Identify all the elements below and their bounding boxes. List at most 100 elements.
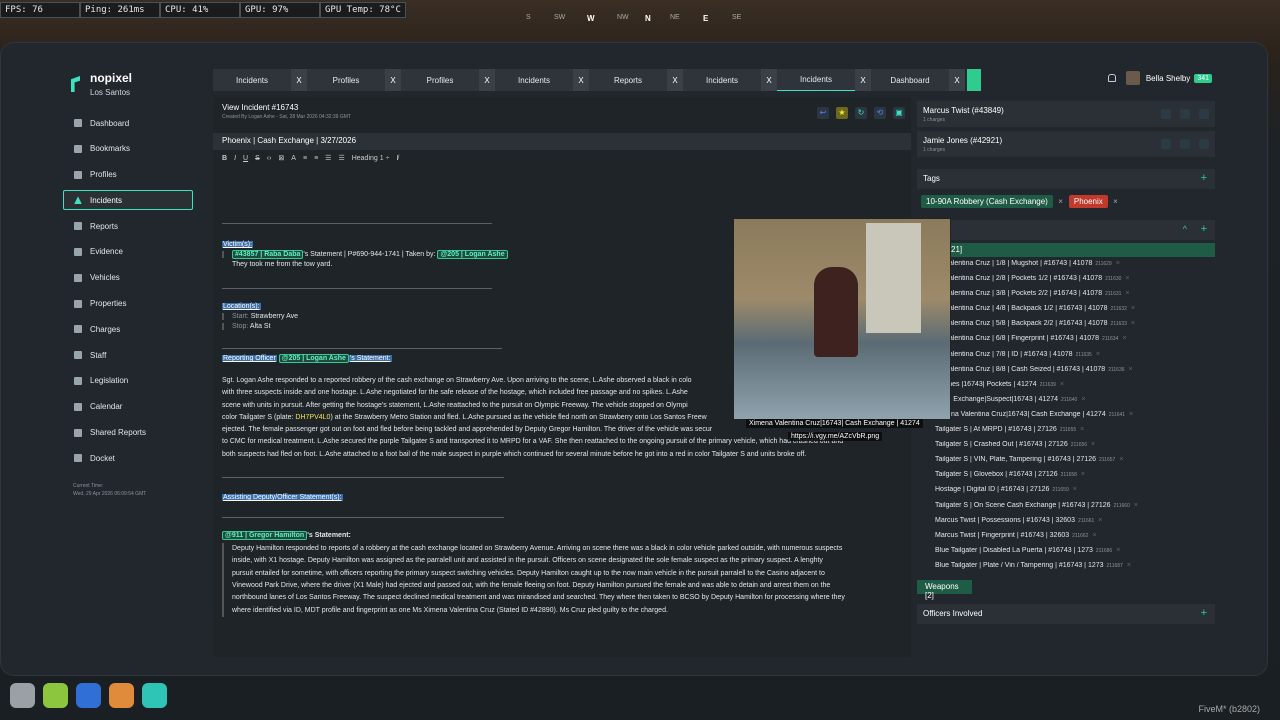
document-icon[interactable] [1199,109,1209,119]
evidence-item[interactable]: Cash Exchange|Suspect|16743 | 41274 21164… [917,396,1215,411]
color-icon[interactable]: A [291,155,296,162]
remove-evidence-icon[interactable]: × [1116,547,1120,554]
nav-staff[interactable]: Staff [63,345,193,365]
remove-evidence-icon[interactable]: × [1081,396,1085,403]
history-icon[interactable]: ⟲ [874,107,886,119]
remove-evidence-icon[interactable]: × [1091,441,1095,448]
reporting-officer-mention[interactable]: @205 | Logan Ashe [278,354,349,363]
tab-reports[interactable]: Reports [589,69,667,91]
deputy-mention[interactable]: @911 | Gregor Hamilton [222,531,308,541]
tab-close-button[interactable]: X [667,69,683,91]
evidence-item[interactable]: na Valentina Cruz | 6/8 | Fingerprint | … [917,335,1215,350]
evidence-item[interactable]: Marcus Twist | Possessions | #16743 | 32… [917,517,1215,532]
tab-close-button[interactable]: X [479,69,495,91]
tab-close-button[interactable]: X [573,69,589,91]
nav-docket[interactable]: Docket [63,448,193,468]
tab-dashboard[interactable]: Dashboard [871,69,949,91]
tab-incidents-active[interactable]: Incidents [777,69,855,91]
align-center-icon[interactable]: ≡ [314,155,318,162]
nav-shared-reports[interactable]: Shared Reports [63,423,193,443]
nav-evidence[interactable]: Evidence [63,242,193,262]
lock-icon[interactable] [10,683,35,708]
evidence-item[interactable]: na Valentina Cruz | 2/8 | Pockets 1/2 | … [917,275,1215,290]
location-icon[interactable] [1180,139,1190,149]
evidence-item[interactable]: na Valentina Cruz | 3/8 | Pockets 2/2 | … [917,290,1215,305]
add-evidence-button[interactable]: + [1201,224,1207,235]
evidence-item[interactable]: Tailgater S | Crashed Out | #16743 | 271… [917,441,1215,456]
victim-mention[interactable]: #43857 | Raba Daba [232,250,304,259]
remove-evidence-icon[interactable]: × [1060,381,1064,388]
evidence-item[interactable]: Blue Tailgater | Disabled La Puerta | #1… [917,547,1215,562]
remove-evidence-icon[interactable]: × [1127,562,1131,569]
evidence-item[interactable]: e Jones |16743| Pockets | 41274 211639 × [917,381,1215,396]
nav-properties[interactable]: Properties [63,294,193,314]
underline-button[interactable]: U [243,155,248,162]
nav-vehicles[interactable]: Vehicles [63,268,193,288]
refresh-icon[interactable]: ↻ [855,107,867,119]
tab-profiles-1[interactable]: Profiles [307,69,385,91]
tab-close-button[interactable]: X [949,69,965,91]
evidence-item[interactable]: na Valentina Cruz | 5/8 | Backpack 2/2 |… [917,320,1215,335]
tab-close-button[interactable]: X [855,69,871,91]
remove-evidence-icon[interactable]: × [1129,366,1133,373]
nav-charges[interactable]: Charges [63,319,193,339]
location-icon[interactable] [1180,109,1190,119]
tab-close-button[interactable]: X [291,69,307,91]
undo-icon[interactable]: ↩ [817,107,829,119]
gem-icon[interactable] [142,683,167,708]
nav-reports[interactable]: Reports [63,216,193,236]
tab-close-button[interactable]: X [385,69,401,91]
remove-evidence-icon[interactable]: × [1092,532,1096,539]
taker-mention[interactable]: @205 | Logan Ashe [437,250,508,259]
weapons-section[interactable]: Weapons [2] [917,579,972,600]
align-left-icon[interactable]: ≡ [303,155,307,162]
evidence-item[interactable]: Tailgater S | At MRPD | #16743 | 27126 21… [917,426,1215,441]
remove-tag-icon[interactable]: × [1058,197,1063,206]
nav-dashboard[interactable]: Dashboard [63,113,193,133]
nav-incidents[interactable]: Incidents [63,190,193,211]
evidence-item[interactable]: na Valentina Cruz | 4/8 | Backpack 1/2 |… [917,305,1215,320]
strike-button[interactable]: S [255,155,260,162]
evidence-item[interactable]: Hostage | Digital ID | #16743 | 27126 211… [917,486,1215,501]
briefcase-icon[interactable] [109,683,134,708]
italic-button[interactable]: I [234,155,236,162]
tab-close-button[interactable]: X [761,69,777,91]
add-tag-button[interactable]: + [1201,173,1207,184]
remove-evidence-icon[interactable]: × [1125,275,1129,282]
bullet-list-icon[interactable]: ☰ [338,154,344,162]
evidence-item[interactable]: Marcus Twist | Fingerprint | #16743 | 32… [917,532,1215,547]
tab-profiles-2[interactable]: Profiles [401,69,479,91]
star-icon[interactable]: ★ [836,107,848,119]
remove-evidence-icon[interactable]: × [1081,471,1085,478]
remove-evidence-icon[interactable]: × [1131,305,1135,312]
nav-legislation[interactable]: Legislation [63,371,193,391]
remove-evidence-icon[interactable]: × [1129,411,1133,418]
code-icon[interactable]: ‹› [267,155,272,162]
remove-tag-icon[interactable]: × [1113,197,1118,206]
ordered-list-icon[interactable]: ☰ [325,154,331,162]
remove-evidence-icon[interactable]: × [1131,320,1135,327]
tab-incidents-1[interactable]: Incidents [213,69,291,91]
tab-incidents-3[interactable]: Incidents [683,69,761,91]
evidence-item[interactable]: Tailgater S | On Scene Cash Exchange | #… [917,502,1215,517]
nav-bookmarks[interactable]: Bookmarks [63,139,193,159]
add-officer-button[interactable]: + [1201,607,1207,619]
nav-calendar[interactable]: Calendar [63,397,193,417]
remove-evidence-icon[interactable]: × [1119,456,1123,463]
bold-button[interactable]: B [222,155,227,162]
remove-evidence-icon[interactable]: × [1125,290,1129,297]
bell-icon[interactable] [1107,74,1116,82]
remove-evidence-icon[interactable]: × [1096,351,1100,358]
evidence-item[interactable]: Ximena Valentina Cruz|16743| Cash Exchan… [917,411,1215,426]
add-tab-button[interactable] [967,69,981,91]
evidence-item[interactable]: Tailgater S | VIN, Plate, Tampering | #1… [917,456,1215,471]
tag-phoenix[interactable]: Phoenix × [1068,195,1118,208]
collapse-icon[interactable]: ^ [1183,224,1187,235]
remove-evidence-icon[interactable]: × [1134,502,1138,509]
incident-name-field[interactable]: Phoenix | Cash Exchange | 3/27/2026 [213,133,911,150]
remove-evidence-icon[interactable]: × [1098,517,1102,524]
image-icon[interactable]: ⊠ [278,154,284,162]
save-icon[interactable]: ▣ [893,107,905,119]
evidence-item[interactable]: na Valentina Cruz | 1/8 | Mugshot | #167… [917,260,1215,275]
shield-icon[interactable] [76,683,101,708]
